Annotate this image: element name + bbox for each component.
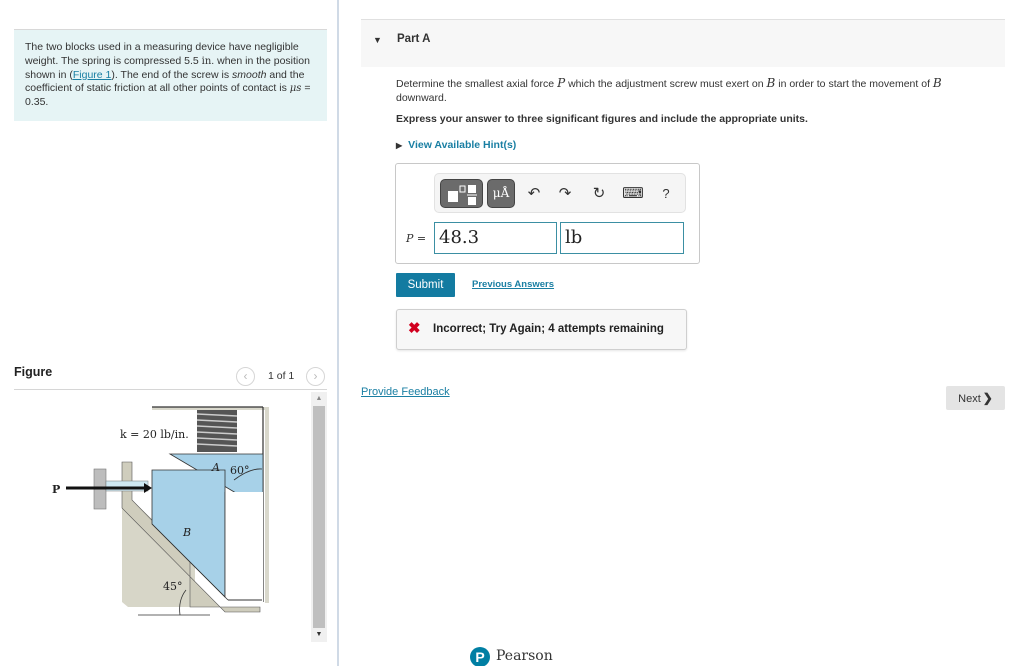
question-text: Determine the smallest axial force P whi…	[396, 76, 996, 105]
left-pane: The two blocks used in a measuring devic…	[0, 0, 337, 666]
mu-symbol: μs	[289, 83, 302, 95]
equals-sign: =	[413, 232, 427, 245]
figure-pager: 1 of 1	[268, 370, 295, 382]
value-input[interactable]: 48.3	[434, 222, 557, 254]
figure-header: Figure ‹ 1 of 1 ›	[14, 364, 327, 390]
provide-feedback-link[interactable]: Provide Feedback	[361, 386, 450, 398]
scroll-down-arrow-icon[interactable]: ▼	[311, 628, 327, 642]
templates-icon	[448, 185, 477, 205]
figure-title: Figure	[14, 365, 53, 379]
question-fragment: which the adjustment screw must exert on	[565, 78, 767, 90]
feedback-message: ✖ Incorrect; Try Again; 4 attempts remai…	[396, 309, 687, 350]
pearson-logo-icon: P	[470, 647, 490, 666]
question-fragment: in order to start the movement of	[775, 78, 933, 90]
keyboard-icon[interactable]: ⌨	[622, 183, 644, 205]
answer-label: P =	[406, 232, 426, 245]
wall-shadow	[265, 407, 269, 603]
block-b-label: B	[182, 526, 191, 539]
help-icon[interactable]: ?	[655, 183, 677, 205]
templates-button[interactable]	[440, 179, 483, 208]
unit-in: in	[201, 55, 212, 67]
pane-divider[interactable]	[337, 0, 339, 666]
intro-text: ). The end of the screw is	[111, 68, 233, 81]
math-toolbar: μÅ ↶ ↷ ↻ ⌨ ?	[434, 173, 686, 213]
redo-icon[interactable]: ↷	[554, 183, 576, 205]
next-button[interactable]: Next ❯	[946, 386, 1005, 410]
block-a-label: A	[211, 461, 220, 474]
units-button[interactable]: μÅ	[487, 179, 515, 208]
part-title: Part A	[397, 33, 431, 45]
question-fragment: Determine the smallest axial force	[396, 78, 558, 90]
feedback-text: Incorrect; Try Again; 4 attempts remaini…	[433, 323, 664, 335]
figure-link[interactable]: Figure 1	[73, 69, 112, 81]
previous-answers-link[interactable]: Previous Answers	[472, 279, 554, 290]
scroll-up-arrow-icon[interactable]: ▲	[311, 392, 327, 406]
figure-next-button[interactable]: ›	[306, 367, 325, 386]
spring	[196, 410, 238, 452]
next-label: Next	[958, 393, 981, 405]
pearson-wordmark: Pearson	[496, 648, 553, 664]
figure-scrollbar[interactable]: ▲ ▼	[311, 392, 327, 642]
undo-icon[interactable]: ↶	[523, 183, 545, 205]
instruction-text: Express your answer to three significant…	[396, 113, 808, 125]
question-fragment: downward.	[396, 92, 447, 104]
scroll-thumb[interactable]	[313, 406, 325, 628]
collapse-caret-icon[interactable]: ▼	[373, 35, 382, 45]
hints-label: View Available Hint(s)	[408, 139, 517, 151]
var-b: B	[766, 76, 776, 90]
view-hints-link[interactable]: ▶ View Available Hint(s)	[396, 139, 516, 151]
units-input[interactable]: lb	[560, 222, 684, 254]
gap	[225, 492, 263, 602]
problem-intro: The two blocks used in a measuring devic…	[14, 29, 327, 121]
spring-label: k = 20 lb/in.	[120, 428, 189, 441]
force-label: P	[52, 483, 60, 496]
error-x-icon: ✖	[408, 320, 421, 337]
angle-45-label: 45°	[163, 580, 183, 593]
submit-button[interactable]: Submit	[396, 273, 455, 297]
var-b: B	[932, 76, 942, 90]
figure-diagram: k = 20 lb/in. P A 60° B 45°	[52, 406, 269, 616]
answer-box: μÅ ↶ ↷ ↻ ⌨ ? P = 48.3 lb	[395, 163, 700, 264]
smooth-word: smooth	[232, 68, 267, 81]
angle-60-label: 60°	[230, 464, 250, 477]
reset-icon[interactable]: ↻	[588, 183, 610, 205]
var-p: P	[557, 76, 566, 90]
part-a-header[interactable]: ▼ Part A	[361, 19, 1005, 67]
chevron-right-icon: ❯	[982, 391, 993, 405]
figure-prev-button[interactable]: ‹	[236, 367, 255, 386]
expand-triangle-icon: ▶	[396, 141, 403, 150]
